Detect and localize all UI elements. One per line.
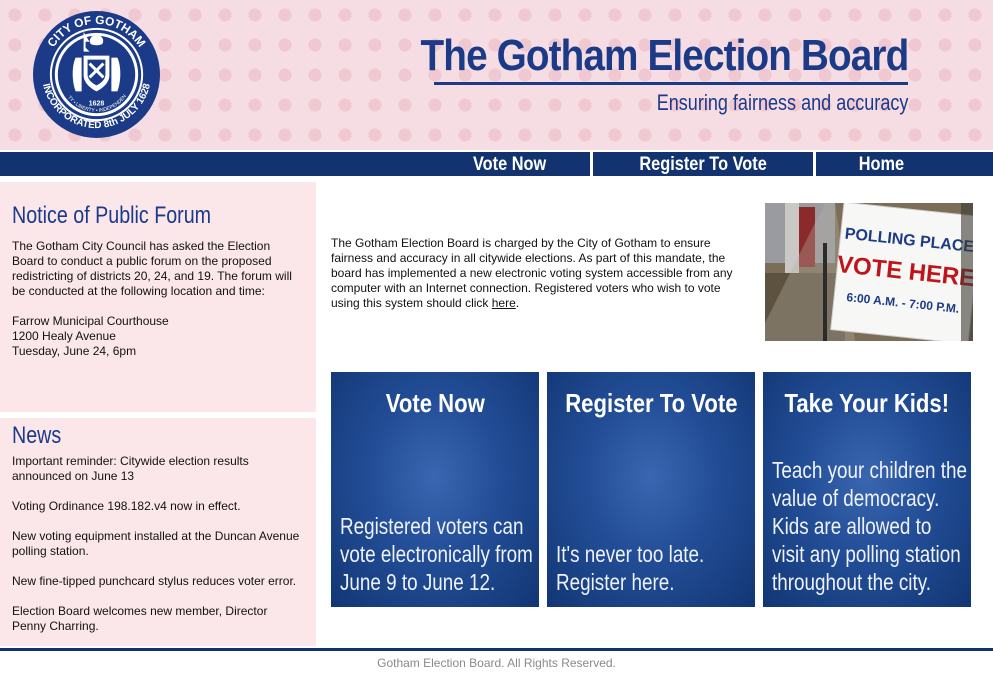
header: CITY OF GOTHAM INCORPORATED 8th JULY 162… (0, 0, 993, 150)
site-title: The Gotham Election Board (420, 31, 909, 80)
intro-end: . (515, 296, 520, 310)
nav-home-label: Home (858, 154, 904, 175)
news-item: New fine-tipped punchcard stylus reduces… (12, 574, 297, 588)
seal-year: 1628 (89, 100, 105, 107)
promo-title: Register To Vote (547, 388, 755, 419)
footer-copyright: Gotham Election Board. All Rights Reserv… (377, 656, 616, 670)
title-underline (434, 82, 908, 85)
polling-place-photo: POLLING PLACE VOTE HERE 6:00 A.M. - 7:00… (765, 203, 973, 341)
nav-register[interactable]: Register To Vote (593, 152, 813, 176)
promo-vote-title: Vote Now (385, 388, 485, 418)
promo-register-title: Register To Vote (564, 388, 738, 418)
nav-vote-now[interactable]: Vote Now (430, 152, 590, 176)
nav-home[interactable]: Home (816, 152, 946, 176)
promo-register-body: It's never too late. Register here. (556, 541, 705, 595)
intro-text: The Gotham Election Board is charged by … (331, 236, 733, 310)
forum-address: 1200 Healy Avenue (12, 329, 116, 343)
news-item: New voting equipment installed at the Du… (12, 529, 300, 558)
forum-title: Notice of Public Forum (12, 202, 212, 229)
site-tagline: Ensuring fairness and accuracy (656, 90, 908, 115)
promo-register[interactable]: Register To Vote It's never too late. Re… (547, 372, 755, 607)
promo-vote-body: Registered voters can vote electronicall… (340, 513, 533, 595)
city-seal-logo: CITY OF GOTHAM INCORPORATED 8th JULY 162… (32, 10, 161, 139)
nav-vote-now-label: Vote Now (473, 154, 547, 175)
forum-time: Tuesday, June 24, 6pm (12, 344, 137, 358)
nav-register-label: Register To Vote (639, 154, 767, 175)
forum-notice-box: Notice of Public Forum The Gotham City C… (0, 182, 316, 412)
news-item: Important reminder: Citywide election re… (12, 454, 249, 483)
main-nav: Vote Now Register To Vote Home (0, 152, 993, 178)
promo-title: Take Your Kids! (763, 388, 971, 419)
news-item: Election Board welcomes new member, Dire… (12, 604, 268, 633)
vote-here-link[interactable]: here (492, 296, 516, 310)
promo-title: Vote Now (331, 388, 539, 419)
news-item: Voting Ordinance 198.182.v4 now in effec… (12, 499, 241, 513)
forum-body: The Gotham City Council has asked the El… (12, 239, 292, 298)
forum-location: Farrow Municipal Courthouse (12, 314, 169, 328)
promo-kids-title: Take Your Kids! (784, 388, 950, 418)
promo-vote-now[interactable]: Vote Now Registered voters can vote elec… (331, 372, 539, 607)
promo-kids-body: Teach your children the value of democra… (772, 457, 968, 595)
news-box: News Important reminder: Citywide electi… (0, 418, 316, 646)
promo-take-kids[interactable]: Take Your Kids! Teach your children the … (763, 372, 971, 607)
footer-divider (0, 648, 993, 651)
title-block: The Gotham Election Board Ensuring fairn… (354, 31, 909, 115)
intro-paragraph: The Gotham Election Board is charged by … (331, 236, 751, 311)
news-title: News (12, 422, 62, 449)
